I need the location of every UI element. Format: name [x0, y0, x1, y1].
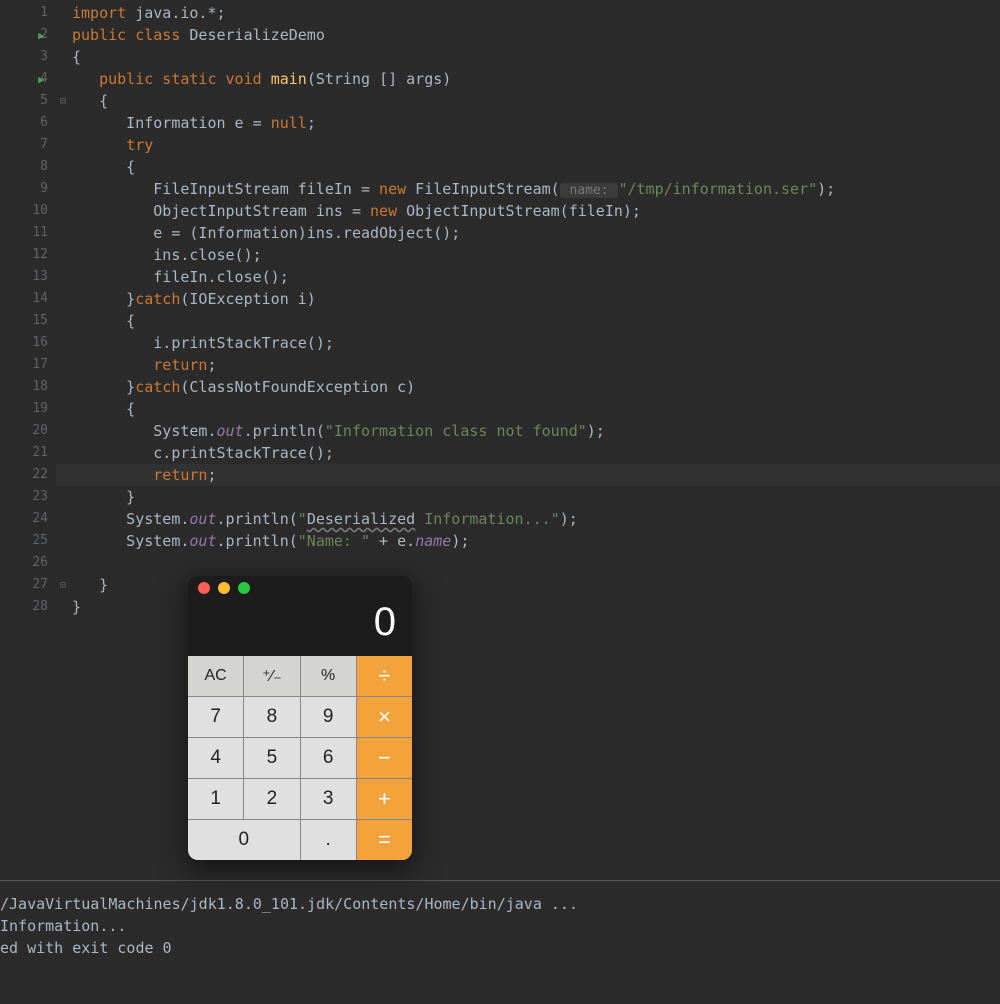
close-icon[interactable]	[198, 582, 210, 594]
run-gutter-icon[interactable]: ▶	[38, 73, 45, 86]
line-number: 13	[0, 266, 48, 288]
zoom-icon[interactable]	[238, 582, 250, 594]
line-number: 22	[0, 464, 48, 486]
calculator-titlebar[interactable]	[188, 576, 412, 600]
digit-9-button[interactable]: 9	[301, 697, 356, 737]
line-number: 16	[0, 332, 48, 354]
line-number: 26	[0, 552, 48, 574]
digit-4-button[interactable]: 4	[188, 738, 243, 778]
calculator-keypad: AC⁺∕₋%÷ 789× 456− 123+0.=	[188, 656, 412, 860]
digit-0-button[interactable]: 0	[188, 820, 300, 860]
code-line[interactable]: }catch(IOException i)	[72, 288, 1000, 310]
line-number: 1	[0, 2, 48, 24]
line-number: 19	[0, 398, 48, 420]
code-line[interactable]: {	[72, 46, 1000, 68]
line-number: 23	[0, 486, 48, 508]
line-number: 18	[0, 376, 48, 398]
line-number: 3	[0, 46, 48, 68]
code-line[interactable]: e = (Information)ins.readObject();	[72, 222, 1000, 244]
run-console[interactable]: /JavaVirtualMachines/jdk1.8.0_101.jdk/Co…	[0, 880, 1000, 1004]
line-number: 10	[0, 200, 48, 222]
code-line[interactable]: {	[72, 398, 1000, 420]
code-line[interactable]: return;	[72, 354, 1000, 376]
digit-3-button[interactable]: 3	[301, 779, 356, 819]
code-line[interactable]: System.out.println("Name: " + e.name);	[72, 530, 1000, 552]
code-line[interactable]: public static void main(String [] args)	[72, 68, 1000, 90]
line-number: 15	[0, 310, 48, 332]
line-number: 14	[0, 288, 48, 310]
line-number: 9	[0, 178, 48, 200]
code-line[interactable]	[72, 552, 1000, 574]
line-number-gutter: 1234567891011121314151617181920212223242…	[0, 0, 56, 880]
code-line[interactable]: System.out.println("Information class no…	[72, 420, 1000, 442]
line-number: 17	[0, 354, 48, 376]
code-line[interactable]: return;	[72, 464, 1000, 486]
code-editor[interactable]: 1234567891011121314151617181920212223242…	[0, 0, 1000, 880]
code-line[interactable]: Information e = null;	[72, 112, 1000, 134]
subtract-button[interactable]: −	[357, 738, 412, 778]
code-line[interactable]: {	[72, 310, 1000, 332]
digit-2-button[interactable]: 2	[244, 779, 299, 819]
line-number: 20	[0, 420, 48, 442]
console-line: Information...	[0, 915, 1000, 937]
line-number: 24	[0, 508, 48, 530]
digit-5-button[interactable]: 5	[244, 738, 299, 778]
code-line[interactable]: ObjectInputStream ins = new ObjectInputS…	[72, 200, 1000, 222]
line-number: 7	[0, 134, 48, 156]
divide-button[interactable]: ÷	[357, 656, 412, 696]
code-line[interactable]: System.out.println("Deserialized Informa…	[72, 508, 1000, 530]
code-line[interactable]: c.printStackTrace();	[72, 442, 1000, 464]
digit-8-button[interactable]: 8	[244, 697, 299, 737]
line-number: 25	[0, 530, 48, 552]
decimal-button[interactable]: .	[301, 820, 356, 860]
line-number: 6	[0, 112, 48, 134]
line-number: 27	[0, 574, 48, 596]
minimize-icon[interactable]	[218, 582, 230, 594]
code-line[interactable]: public class DeserializeDemo	[72, 24, 1000, 46]
console-line: /JavaVirtualMachines/jdk1.8.0_101.jdk/Co…	[0, 893, 1000, 915]
code-content[interactable]: import java.io.*;public class Deserializ…	[72, 2, 1000, 618]
line-number: 28	[0, 596, 48, 618]
percent-button[interactable]: %	[301, 656, 356, 696]
code-line[interactable]: }catch(ClassNotFoundException c)	[72, 376, 1000, 398]
line-number: 11	[0, 222, 48, 244]
add-button[interactable]: +	[357, 779, 412, 819]
sign-button[interactable]: ⁺∕₋	[244, 656, 299, 696]
code-line[interactable]: i.printStackTrace();	[72, 332, 1000, 354]
code-line[interactable]: import java.io.*;	[72, 2, 1000, 24]
digit-7-button[interactable]: 7	[188, 697, 243, 737]
line-number: 12	[0, 244, 48, 266]
calculator-window[interactable]: 0 AC⁺∕₋%÷ 789× 456− 123+0.=	[188, 576, 412, 860]
calculator-display: 0	[188, 600, 412, 656]
fold-close-icon[interactable]: ⊟	[60, 580, 66, 591]
line-number: 21	[0, 442, 48, 464]
code-line[interactable]: ins.close();	[72, 244, 1000, 266]
code-line[interactable]: }	[72, 486, 1000, 508]
code-line[interactable]: try	[72, 134, 1000, 156]
code-line[interactable]: FileInputStream fileIn = new FileInputSt…	[72, 178, 1000, 200]
multiply-button[interactable]: ×	[357, 697, 412, 737]
digit-1-button[interactable]: 1	[188, 779, 243, 819]
code-line[interactable]: fileIn.close();	[72, 266, 1000, 288]
equals-button[interactable]: =	[357, 820, 412, 860]
line-number: 8	[0, 156, 48, 178]
run-gutter-icon[interactable]: ▶	[38, 29, 45, 42]
clear-button[interactable]: AC	[188, 656, 243, 696]
code-line[interactable]: {	[72, 90, 1000, 112]
code-line[interactable]: {	[72, 156, 1000, 178]
console-line: ed with exit code 0	[0, 937, 1000, 959]
digit-6-button[interactable]: 6	[301, 738, 356, 778]
fold-open-icon[interactable]: ⊟	[60, 96, 66, 107]
line-number: 5	[0, 90, 48, 112]
